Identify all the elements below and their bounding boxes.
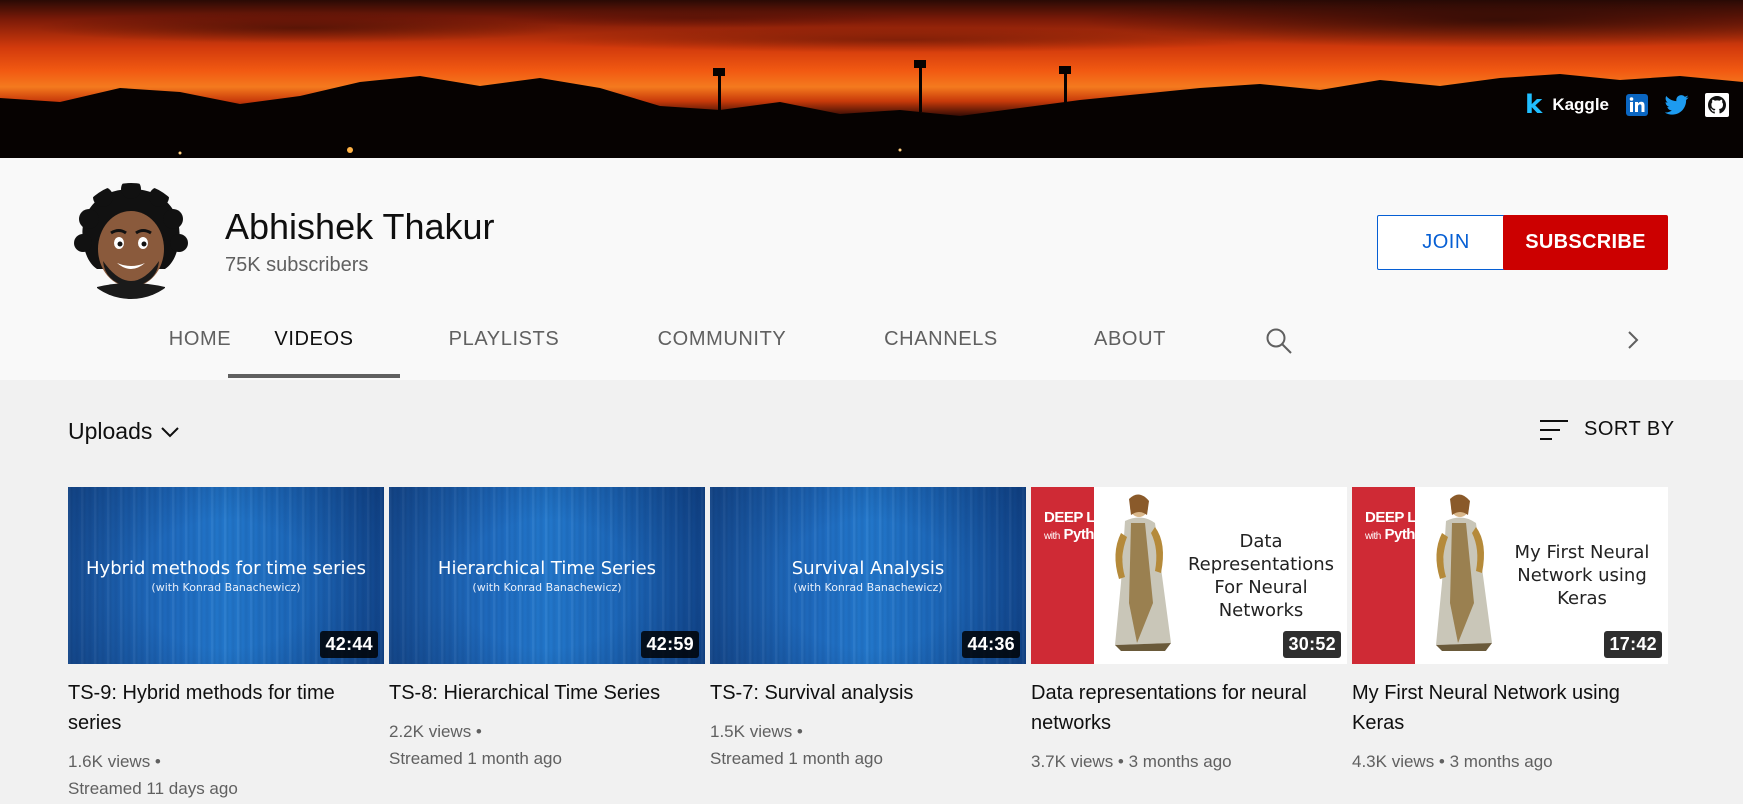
video-thumbnail[interactable]: Hybrid methods for time series (with Kon… [68,487,384,664]
chevron-right-icon[interactable] [1622,329,1644,351]
video-duration: 30:52 [1283,631,1341,658]
join-button[interactable]: JOIN [1377,215,1515,270]
view-count: 2.2K views [389,722,472,741]
video-age: Streamed 1 month ago [710,749,883,768]
video-title[interactable]: Data representations for neural networks [1031,678,1331,738]
book-illustration [1436,494,1492,651]
video-thumbnail[interactable]: Hierarchical Time Series (with Konrad Ba… [389,487,705,664]
book-illustration [1115,494,1171,651]
video-duration: 42:59 [641,631,699,658]
video-duration: 42:44 [320,631,378,658]
channel-banner: k Kaggle [0,0,1743,158]
book-title-small: with [1044,531,1060,542]
banner-hills [0,60,1743,158]
thumbnail-title: Hierarchical Time Series [437,558,657,579]
video-title[interactable]: TS-8: Hierarchical Time Series [389,678,689,708]
video-thumbnail[interactable]: DEEP LEARNING with Python Data Represent… [1031,487,1347,664]
kaggle-link[interactable]: k Kaggle [1525,92,1609,118]
kaggle-label: Kaggle [1552,95,1609,114]
video-meta: 1.5K views • Streamed 1 month ago [710,718,1026,772]
banner-links: k Kaggle [1525,92,1729,118]
video-title[interactable]: My First Neural Network using Keras [1352,678,1652,738]
subscribe-button[interactable]: SUBSCRIBE [1503,215,1668,270]
thumbnail-subtitle: (with Konrad Banachewicz) [793,581,943,594]
channel-avatar[interactable] [73,183,189,299]
video-age: 3 months ago [1449,752,1553,771]
video-age: Streamed 11 days ago [68,779,238,798]
tab-playlists[interactable]: PLAYLISTS [420,298,588,380]
video-age: 3 months ago [1128,752,1232,771]
video-card[interactable]: Hybrid methods for time series (with Kon… [68,487,384,802]
uploads-dropdown[interactable]: Uploads [68,418,180,445]
tab-about[interactable]: ABOUT [1070,298,1190,380]
channel-tabs: HOME VIDEOS PLAYLISTS COMMUNITY CHANNELS… [0,298,1743,380]
book-cover: DEEP LEARNING with Python [1352,487,1482,664]
video-meta: 1.6K views • Streamed 11 days ago [68,748,384,802]
uploads-label: Uploads [68,418,153,444]
video-age: Streamed 1 month ago [389,749,562,768]
video-duration: 17:42 [1604,631,1662,658]
thumbnail-subtitle: (with Konrad Banachewicz) [472,581,622,594]
thumbnail-title: Survival Analysis [791,558,945,579]
video-meta: 2.2K views • Streamed 1 month ago [389,718,705,772]
kaggle-icon: k [1525,90,1543,120]
sort-icon [1540,419,1568,440]
subscriber-count: 75K subscribers [225,254,369,276]
channel-name: Abhishek Thakur [225,206,495,247]
search-icon[interactable] [1265,327,1293,355]
tab-community[interactable]: COMMUNITY [636,298,808,380]
video-card[interactable]: Survival Analysis (with Konrad Banachewi… [710,487,1026,772]
linkedin-icon [1626,94,1648,116]
github-icon [1705,93,1729,117]
view-count: 1.6K views [68,752,151,771]
chevron-down-icon [161,426,180,437]
video-meta: 3.7K views • 3 months ago [1031,752,1232,771]
tab-videos[interactable]: VIDEOS [228,298,400,380]
video-card[interactable]: DEEP LEARNING with Python Data Represent… [1031,487,1347,775]
video-card[interactable]: Hierarchical Time Series (with Konrad Ba… [389,487,705,772]
sort-by-label: SORT BY [1584,418,1675,440]
video-duration: 44:36 [962,631,1020,658]
video-title[interactable]: TS-7: Survival analysis [710,678,1010,708]
twitter-link[interactable] [1665,93,1689,117]
linkedin-link[interactable] [1625,93,1649,117]
video-title[interactable]: TS-9: Hybrid methods for time series [68,678,368,738]
view-count: 1.5K views [710,722,793,741]
view-count: 4.3K views [1352,752,1435,771]
avatar-illustration [73,183,189,299]
view-count: 3.7K views [1031,752,1114,771]
video-card[interactable]: DEEP LEARNING with Python My First Neura… [1352,487,1668,775]
twitter-icon [1665,95,1689,115]
book-cover: DEEP LEARNING with Python [1031,487,1161,664]
sort-by-button[interactable]: SORT BY [1540,418,1675,441]
tab-channels[interactable]: CHANNELS [862,298,1020,380]
video-meta: 4.3K views • 3 months ago [1352,752,1553,771]
thumbnail-subtitle: (with Konrad Banachewicz) [151,581,301,594]
video-thumbnail[interactable]: DEEP LEARNING with Python My First Neura… [1352,487,1668,664]
book-title-small: with [1365,531,1381,542]
thumbnail-title: Hybrid methods for time series [86,558,366,579]
github-link[interactable] [1705,93,1729,117]
video-thumbnail[interactable]: Survival Analysis (with Konrad Banachewi… [710,487,1026,664]
channel-header: Abhishek Thakur 75K subscribers JOIN SUB… [0,158,1743,380]
